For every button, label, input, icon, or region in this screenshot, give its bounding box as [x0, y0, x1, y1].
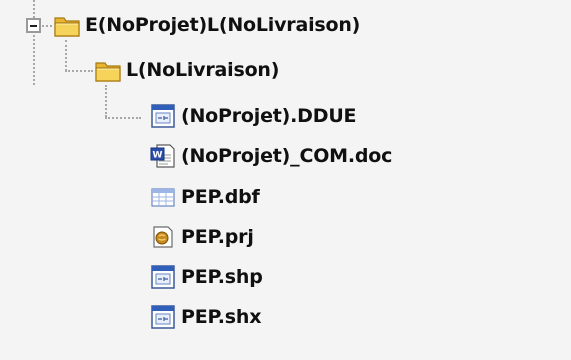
- file-name: (NoProjet)_COM.doc: [181, 145, 393, 167]
- folder-icon: [54, 12, 80, 38]
- database-table-icon: [150, 184, 176, 210]
- file-name: PEP.dbf: [181, 186, 260, 208]
- tree-connector: [33, 35, 35, 85]
- tree-connector: [65, 40, 67, 71]
- collapse-toggle-button[interactable]: [26, 18, 41, 33]
- file-name: PEP.prj: [181, 226, 254, 248]
- executable-window-icon: [150, 264, 176, 290]
- file-name: PEP.shp: [181, 266, 263, 288]
- word-document-icon: W: [150, 143, 176, 169]
- tree-file-item[interactable]: W (NoProjet)_COM.doc: [150, 141, 392, 171]
- tree-file-item[interactable]: PEP.shp: [150, 262, 263, 292]
- executable-window-icon: [150, 103, 176, 129]
- tree-connector: [65, 70, 93, 72]
- projection-file-icon: [150, 224, 176, 250]
- executable-window-icon: [150, 304, 176, 330]
- svg-text:W: W: [153, 151, 163, 161]
- tree-node-label: L(NoLivraison): [126, 59, 280, 81]
- tree-file-item[interactable]: PEP.shx: [150, 302, 261, 332]
- file-tree-view: E(NoProjet)L(NoLivraison) L(NoLivraison)…: [0, 0, 571, 360]
- tree-file-item[interactable]: PEP.prj: [150, 222, 254, 252]
- tree-node-child-folder[interactable]: L(NoLivraison): [95, 55, 279, 85]
- tree-connector: [105, 117, 141, 119]
- tree-file-item[interactable]: (NoProjet).DDUE: [150, 101, 357, 131]
- folder-icon: [95, 57, 121, 83]
- tree-node-root-folder[interactable]: E(NoProjet)L(NoLivraison): [54, 10, 360, 40]
- file-name: PEP.shx: [181, 306, 262, 328]
- file-name: (NoProjet).DDUE: [181, 105, 357, 127]
- tree-file-item[interactable]: PEP.dbf: [150, 182, 260, 212]
- tree-node-label: E(NoProjet)L(NoLivraison): [85, 14, 361, 36]
- tree-connector: [105, 85, 107, 117]
